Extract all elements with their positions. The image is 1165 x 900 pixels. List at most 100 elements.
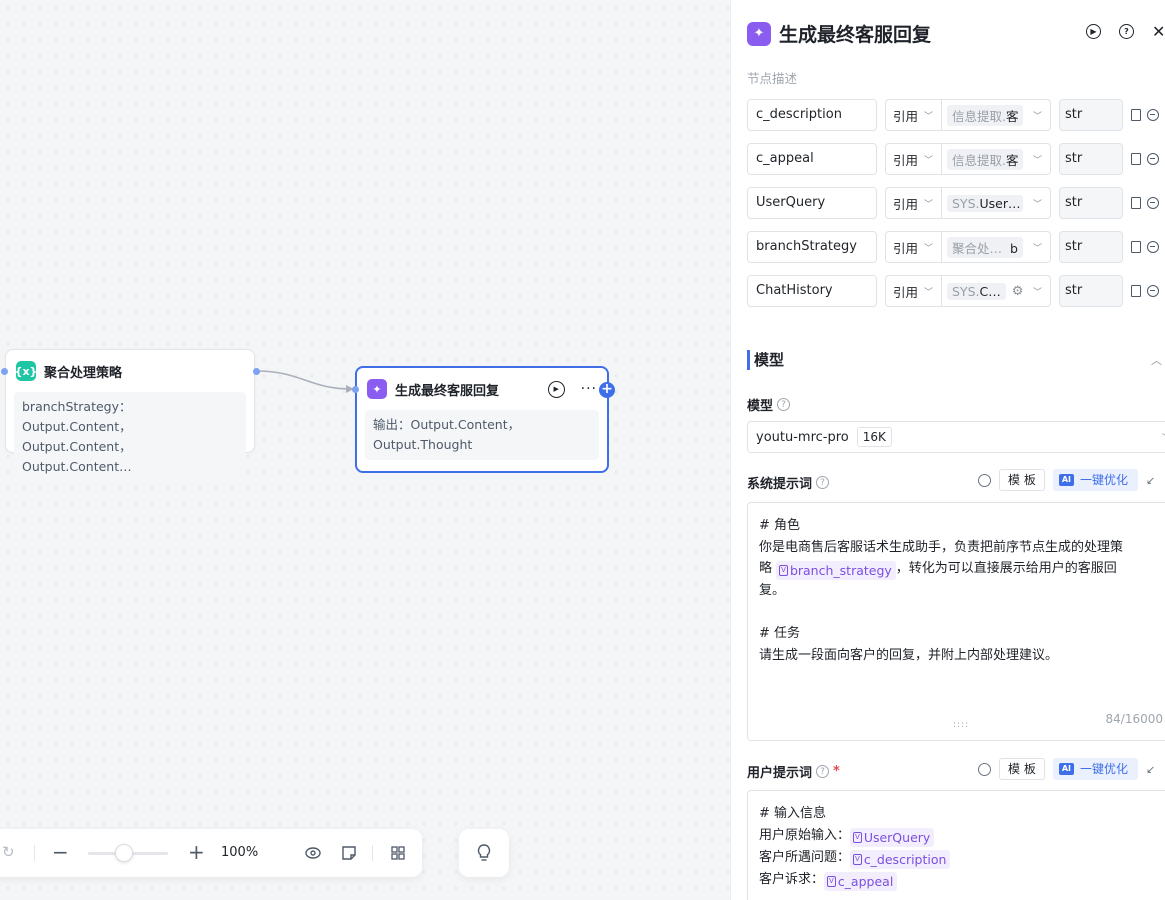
chevron-down-icon: ﹀ bbox=[1032, 155, 1042, 166]
expand-icon[interactable]: ↙ bbox=[1146, 763, 1155, 776]
node-outputs: branchStrategy：Output.Content， Output.Co… bbox=[14, 392, 246, 482]
help-icon[interactable]: ? bbox=[816, 476, 830, 489]
chevron-down-icon: ﹀ bbox=[1032, 287, 1042, 298]
settings-icon[interactable]: ⚙ bbox=[1012, 284, 1024, 299]
node-title: 聚合处理策略 bbox=[44, 365, 123, 381]
node-title: 生成最终客服回复 bbox=[395, 383, 500, 399]
remove-icon[interactable] bbox=[1147, 109, 1159, 121]
param-ref-select[interactable]: 引用 ﹀ 信息提取.客 ﹀ bbox=[885, 99, 1051, 131]
chevron-down-icon: ﹀ bbox=[1032, 243, 1042, 254]
document-icon[interactable] bbox=[1131, 109, 1141, 121]
help-icon[interactable]: ? bbox=[816, 765, 830, 778]
node-config-panel: ✦ 生成最终客服回复 ▶ ? ✕ 节点描述 c_description 引用 ﹀ … bbox=[730, 0, 1165, 900]
ai-icon: AI bbox=[1058, 474, 1074, 486]
panel-title[interactable]: 生成最终客服回复 bbox=[779, 20, 931, 47]
variable-chip[interactable]: Vc_description bbox=[850, 849, 951, 869]
ai-optimize-button[interactable]: AI 一键优化 bbox=[1052, 469, 1139, 491]
variable-icon: V bbox=[779, 565, 788, 576]
model-label: 模型 ? bbox=[747, 395, 791, 414]
param-ref-select[interactable]: 引用 ﹀ 信息提取.客 ﹀ bbox=[885, 143, 1051, 175]
ref-tag: 聚合处… b bbox=[947, 236, 1023, 258]
input-port[interactable] bbox=[1, 368, 8, 375]
node-generate-reply[interactable]: ✦ 生成最终客服回复 ▶ ··· 输出：Output.Content， Outp… bbox=[355, 366, 609, 473]
param-type: str bbox=[1059, 231, 1123, 263]
input-port[interactable] bbox=[352, 386, 359, 393]
param-row: branchStrategy 引用 ﹀ 聚合处… b ﹀ str bbox=[747, 231, 1159, 263]
ai-optimize-button[interactable]: AI 一键优化 bbox=[1052, 758, 1139, 780]
resize-handle-icon[interactable]: :::: bbox=[953, 715, 969, 737]
note-icon[interactable] bbox=[342, 846, 356, 860]
chevron-up-icon[interactable]: ︿ bbox=[1151, 352, 1162, 368]
param-name-input[interactable]: c_description bbox=[747, 99, 877, 131]
param-name-input[interactable]: UserQuery bbox=[747, 187, 877, 219]
eye-icon[interactable] bbox=[305, 846, 321, 860]
document-icon[interactable] bbox=[1131, 241, 1141, 253]
remove-icon[interactable] bbox=[1147, 153, 1159, 165]
variable-icon: V bbox=[827, 875, 836, 887]
ref-tag: SYS.C… bbox=[947, 282, 1006, 300]
variable-chip[interactable]: Vc_appeal bbox=[824, 871, 898, 891]
history-icon[interactable] bbox=[978, 473, 991, 487]
param-ref-select[interactable]: 引用 ﹀ 聚合处… b ﹀ bbox=[885, 231, 1051, 263]
run-node-icon[interactable]: ▶ bbox=[547, 380, 565, 398]
param-row: c_appeal 引用 ﹀ 信息提取.客 ﹀ str bbox=[747, 143, 1159, 175]
user-prompt-tools: 模 板 AI 一键优化 ↙ bbox=[978, 758, 1155, 780]
node-aggregate-strategy[interactable]: {x} 聚合处理策略 branchStrategy：Output.Content… bbox=[5, 349, 255, 482]
zoom-out-icon[interactable]: − bbox=[52, 840, 69, 864]
param-name-input[interactable]: c_appeal bbox=[747, 143, 877, 175]
chevron-down-icon: ﹀ bbox=[924, 199, 934, 210]
param-ref-select[interactable]: 引用 ﹀ SYS.User… ﹀ bbox=[885, 187, 1051, 219]
remove-icon[interactable] bbox=[1147, 197, 1159, 209]
user-prompt-label: 用户提示词 ? * bbox=[747, 764, 840, 781]
help-icon[interactable]: ? bbox=[777, 398, 791, 411]
chevron-down-icon: ﹀ bbox=[924, 287, 934, 298]
document-icon[interactable] bbox=[1131, 197, 1141, 209]
zoom-level[interactable]: 100% bbox=[221, 845, 258, 860]
variable-chip[interactable]: Vbranch_strategy bbox=[776, 561, 896, 580]
zoom-slider-handle[interactable] bbox=[115, 844, 133, 862]
add-node-button[interactable]: + bbox=[599, 382, 615, 398]
more-options-icon[interactable]: ··· bbox=[581, 381, 597, 397]
variable-aggregate-icon: {x} bbox=[15, 361, 37, 381]
param-row: c_description 引用 ﹀ 信息提取.客 ﹀ str bbox=[747, 99, 1159, 131]
user-prompt-editor[interactable]: # 输入信息 用户原始输入： V UserQuery 客户所遇问题： Vc_descr… bbox=[747, 790, 1165, 900]
template-button[interactable]: 模 板 bbox=[999, 758, 1045, 780]
system-prompt-tools: 模 板 AI 一键优化 ↙ bbox=[978, 469, 1155, 491]
template-button[interactable]: 模 板 bbox=[999, 469, 1045, 491]
divider bbox=[372, 845, 373, 861]
ai-icon: AI bbox=[1058, 763, 1074, 775]
chevron-down-icon: ﹀ bbox=[924, 243, 934, 254]
document-icon[interactable] bbox=[1131, 285, 1141, 297]
context-length-badge: 16K bbox=[856, 427, 892, 447]
tips-button[interactable] bbox=[459, 829, 509, 877]
remove-icon[interactable] bbox=[1147, 241, 1159, 253]
document-icon[interactable] bbox=[1131, 153, 1141, 165]
model-select[interactable]: youtu-mrc-pro 16K ﹀ bbox=[747, 421, 1165, 453]
run-icon[interactable]: ▶ bbox=[1086, 24, 1101, 39]
node-description-input[interactable]: 节点描述 bbox=[747, 68, 797, 87]
param-type: str bbox=[1059, 143, 1123, 175]
param-type: str bbox=[1059, 187, 1123, 219]
help-icon[interactable]: ? bbox=[1119, 24, 1134, 39]
variable-icon: V bbox=[853, 831, 862, 843]
layout-grid-icon[interactable] bbox=[391, 846, 405, 860]
history-icon[interactable] bbox=[978, 762, 991, 776]
system-prompt-label: 系统提示词 ? bbox=[747, 473, 830, 492]
param-name-input[interactable]: branchStrategy bbox=[747, 231, 877, 263]
expand-icon[interactable]: ↙ bbox=[1146, 474, 1155, 487]
remove-icon[interactable] bbox=[1147, 285, 1159, 297]
param-row: ChatHistory 引用 ﹀ SYS.C… ⚙ ﹀ str bbox=[747, 275, 1159, 307]
section-title-model: 模型 bbox=[747, 350, 784, 370]
variable-chip[interactable]: V UserQuery bbox=[850, 827, 935, 847]
chevron-down-icon: ﹀ bbox=[924, 111, 934, 122]
lightbulb-icon bbox=[477, 844, 491, 861]
required-mark: * bbox=[833, 764, 840, 779]
system-prompt-editor[interactable]: # 角色 你是电商售后客服话术生成助手，负责把前序节点生成的处理策 略 Vbra… bbox=[747, 502, 1165, 741]
zoom-in-icon[interactable]: + bbox=[188, 840, 205, 864]
redo-icon[interactable]: ↻ bbox=[2, 843, 15, 861]
output-port[interactable] bbox=[253, 368, 260, 375]
close-icon[interactable]: ✕ bbox=[1152, 24, 1165, 40]
param-name-input[interactable]: ChatHistory bbox=[747, 275, 877, 307]
ref-tag: 信息提取.客 bbox=[947, 104, 1023, 126]
param-ref-select[interactable]: 引用 ﹀ SYS.C… ⚙ ﹀ bbox=[885, 275, 1051, 307]
